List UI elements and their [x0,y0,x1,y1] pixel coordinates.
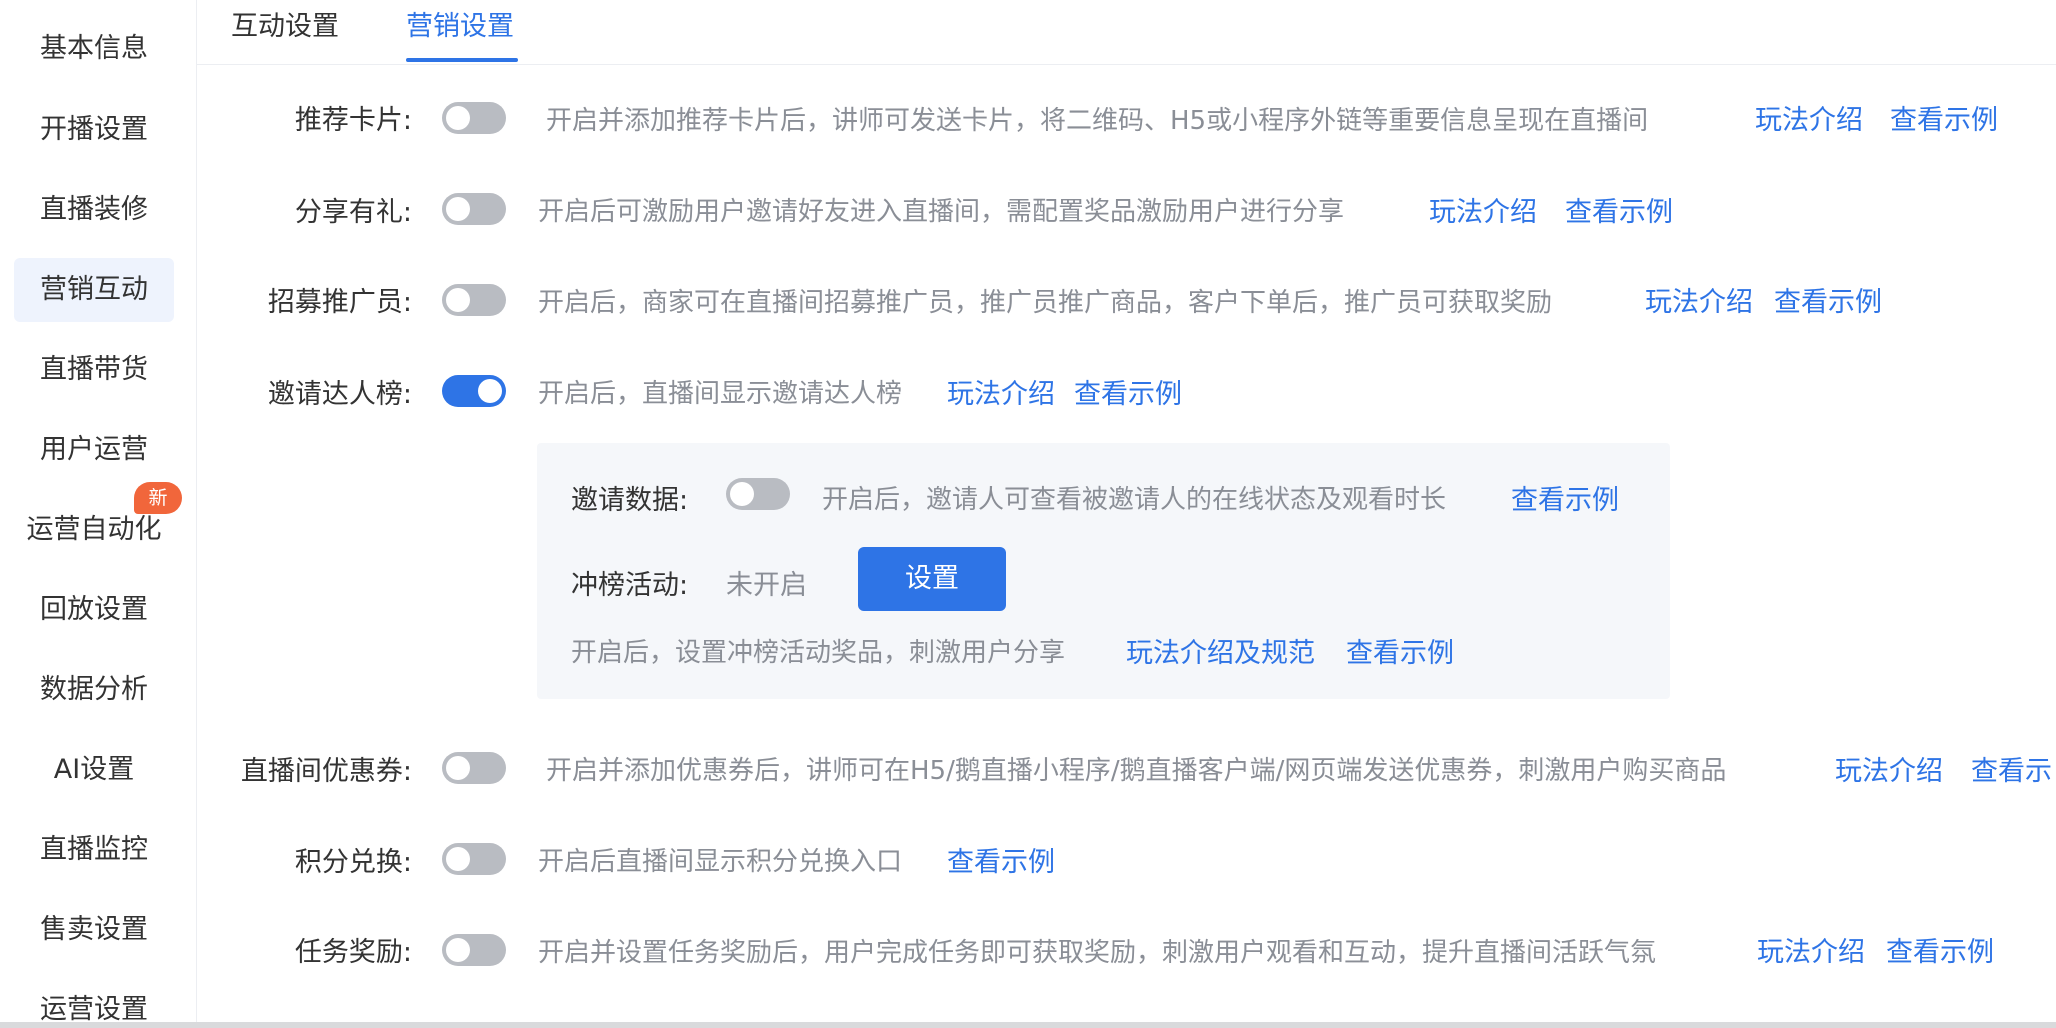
points-exchange-toggle[interactable] [442,843,506,875]
task-reward-label: 任务奖励: [294,937,412,968]
sidebar-item-live-monitoring[interactable]: 直播监控 [14,818,174,882]
toggle-knob [446,756,470,780]
points-exchange-desc: 开启后直播间显示积分兑换入口 [538,847,903,877]
rank-activity-label: 冲榜活动: [571,570,689,601]
coupon-toggle[interactable] [442,752,506,784]
sidebar-item-user-operations[interactable]: 用户运营 [14,418,174,482]
sidebar-item-broadcast-settings[interactable]: 开播设置 [14,98,174,162]
task-reward-desc: 开启并设置任务奖励后，用户完成任务即可获取奖励，刺激用户观看和互动，提升直播间活… [538,938,1657,968]
sidebar-item-sales-settings[interactable]: 售卖设置 [14,898,174,962]
sidebar-item-basic-info[interactable]: 基本信息 [14,17,174,81]
recommend-card-example-link[interactable]: 查看示例 [1890,98,1998,137]
share-gift-toggle[interactable] [442,193,506,225]
coupon-label: 直播间优惠券: [240,756,412,787]
share-gift-desc: 开启后可激励用户邀请好友进入直播间，需配置奖品激励用户进行分享 [538,197,1345,227]
invite-rank-example-link[interactable]: 查看示例 [1074,372,1182,411]
active-tab-indicator [406,58,518,62]
recommend-card-desc: 开启并添加推荐卡片后，讲师可发送卡片，将二维码、H5或小程序外链等重要信息呈现在… [546,106,1649,136]
task-reward-intro-link[interactable]: 玩法介绍 [1757,930,1865,969]
task-reward-toggle[interactable] [442,934,506,966]
coupon-desc: 开启并添加优惠券后，讲师可在H5/鹅直播小程序/鹅直播客户端/网页端发送优惠券，… [546,756,1727,786]
toggle-knob [446,106,470,130]
invite-rank-label: 邀请达人榜: [267,379,412,410]
toggle-knob [446,197,470,221]
toggle-knob [730,482,754,506]
recruit-promoter-intro-link[interactable]: 玩法介绍 [1645,280,1753,319]
recruit-promoter-label: 招募推广员: [267,287,412,318]
share-gift-example-link[interactable]: 查看示例 [1565,190,1673,229]
recruit-promoter-example-link[interactable]: 查看示例 [1774,280,1882,319]
sidebar-item-data-analysis[interactable]: 数据分析 [14,658,174,722]
sidebar-item-operation-settings[interactable]: 运营设置 [14,978,174,1028]
sidebar-item-live-decoration[interactable]: 直播装修 [14,178,174,242]
points-exchange-label: 积分兑换: [294,847,412,878]
rank-activity-status: 未开启 [726,570,807,601]
invite-data-toggle[interactable] [726,478,790,510]
recruit-promoter-desc: 开启后，商家可在直播间招募推广员，推广员推广商品，客户下单后，推广员可获取奖励 [538,288,1553,318]
sidebar-item-live-selling[interactable]: 直播带货 [14,338,174,402]
invite-rank-toggle[interactable] [442,375,506,407]
sidebar-item-marketing-interaction[interactable]: 营销互动 [14,258,174,322]
toggle-knob [446,938,470,962]
recommend-card-label: 推荐卡片: [294,105,412,136]
bottom-scrollbar-track[interactable] [0,1022,2056,1028]
recruit-promoter-toggle[interactable] [442,284,506,316]
sidebar-item-ai-settings[interactable]: AI设置 [14,738,174,802]
points-exchange-example-link[interactable]: 查看示例 [947,840,1055,879]
toggle-knob [446,288,470,312]
rank-activity-example-link[interactable]: 查看示例 [1346,631,1454,670]
sidebar-item-replay-settings[interactable]: 回放设置 [14,578,174,642]
tab-marketing-settings[interactable]: 营销设置 [406,0,514,60]
rank-activity-settings-button[interactable]: 设置 [858,547,1006,611]
invite-rank-intro-link[interactable]: 玩法介绍 [947,372,1055,411]
invite-rank-desc: 开启后，直播间显示邀请达人榜 [538,379,903,409]
toggle-knob [446,847,470,871]
sidebar: 基本信息 开播设置 直播装修 营销互动 直播带货 用户运营 运营自动化 新 回放… [0,0,197,1028]
invite-data-label: 邀请数据: [571,485,689,516]
rank-activity-intro-link[interactable]: 玩法介绍及规范 [1126,631,1315,670]
invite-data-desc: 开启后，邀请人可查看被邀请人的在线状态及观看时长 [822,485,1447,515]
recommend-card-toggle[interactable] [442,102,506,134]
coupon-intro-link[interactable]: 玩法介绍 [1835,749,1943,788]
coupon-example-link[interactable]: 查看示 [1971,749,2052,788]
recommend-card-intro-link[interactable]: 玩法介绍 [1755,98,1863,137]
task-reward-example-link[interactable]: 查看示例 [1886,930,1994,969]
new-badge: 新 [134,482,182,514]
invite-data-example-link[interactable]: 查看示例 [1511,478,1619,517]
toggle-knob [478,379,502,403]
rank-activity-desc: 开启后，设置冲榜活动奖品，刺激用户分享 [571,638,1066,668]
app-window: 基本信息 开播设置 直播装修 营销互动 直播带货 用户运营 运营自动化 新 回放… [0,0,2056,1028]
share-gift-label: 分享有礼: [294,197,412,228]
tab-interaction-settings[interactable]: 互动设置 [231,0,339,60]
share-gift-intro-link[interactable]: 玩法介绍 [1429,190,1537,229]
